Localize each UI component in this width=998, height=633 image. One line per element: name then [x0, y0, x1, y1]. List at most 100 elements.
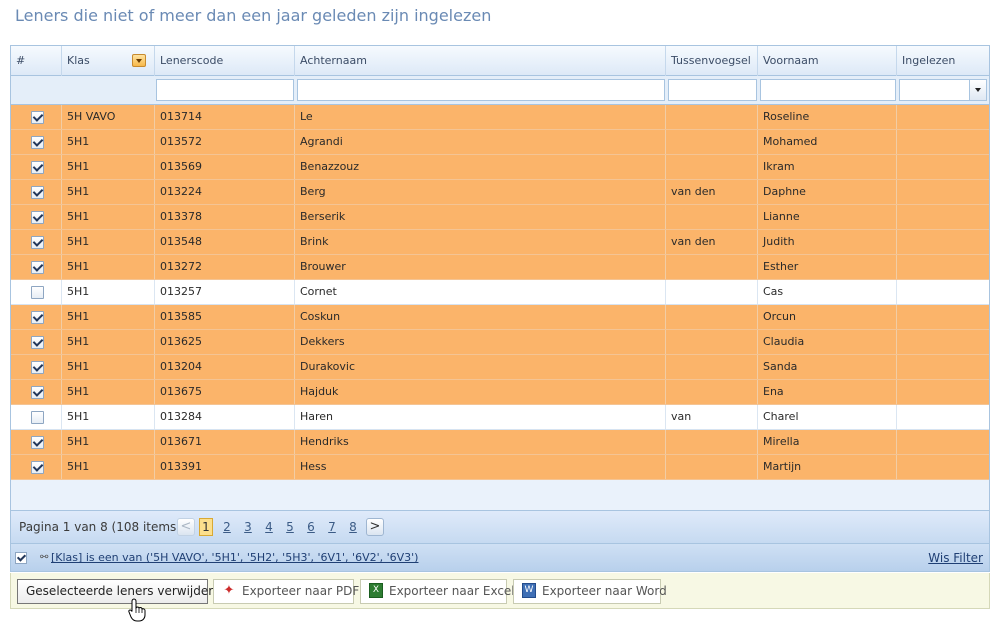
cell-voornaam: Sanda: [758, 355, 897, 379]
cell-select: [11, 155, 62, 179]
row-select-checkbox[interactable]: [31, 311, 44, 324]
column-header-achternaam[interactable]: Achternaam: [295, 46, 666, 76]
pager-page-1[interactable]: 1: [199, 518, 213, 536]
cell-voornaam: Mirella: [758, 430, 897, 454]
export-word-button[interactable]: W Exporteer naar Word: [513, 579, 667, 604]
table-row[interactable]: 5H1 013625 Dekkers Claudia: [11, 330, 989, 355]
pager-page-7[interactable]: 7: [325, 518, 339, 536]
row-select-checkbox[interactable]: [31, 111, 44, 124]
cell-klas: 5H1: [62, 255, 155, 279]
pager-page-6[interactable]: 6: [304, 518, 318, 536]
table-row[interactable]: 5H1 013204 Durakovic Sanda: [11, 355, 989, 380]
cell-ingelezen: [897, 180, 989, 204]
filter-enable-checkbox[interactable]: [15, 552, 27, 564]
cell-lenerscode: 013391: [155, 455, 295, 479]
table-row[interactable]: 5H1 013272 Brouwer Esther: [11, 255, 989, 280]
pager-page-2[interactable]: 2: [220, 518, 234, 536]
table-row[interactable]: 5H1 013671 Hendriks Mirella: [11, 430, 989, 455]
table-row[interactable]: 5H1 013284 Haren van Charel: [11, 405, 989, 430]
export-excel-button[interactable]: X Exporteer naar Excel: [360, 579, 515, 604]
column-header-lenerscode[interactable]: Lenerscode: [155, 46, 295, 76]
pager-summary: Pagina 1 van 8 (108 items): [19, 520, 181, 534]
cell-voornaam: Cas: [758, 280, 897, 304]
word-icon: W: [522, 583, 536, 598]
filter-achternaam-input[interactable]: [297, 79, 665, 101]
cell-tussenvoegsel: [666, 430, 758, 454]
cell-lenerscode: 013272: [155, 255, 295, 279]
leners-grid: # Klas Lenerscode Achternaam Tussenvoegs…: [10, 45, 990, 572]
clear-filter-link[interactable]: Wis Filter: [928, 544, 983, 572]
cell-achternaam: Hajduk: [295, 380, 666, 404]
cell-select: [11, 280, 62, 304]
row-select-checkbox[interactable]: [31, 411, 44, 424]
row-select-checkbox[interactable]: [31, 236, 44, 249]
cell-ingelezen: [897, 430, 989, 454]
row-select-checkbox[interactable]: [31, 161, 44, 174]
table-row[interactable]: 5H1 013675 Hajduk Ena: [11, 380, 989, 405]
cell-lenerscode: 013572: [155, 130, 295, 154]
row-select-checkbox[interactable]: [31, 261, 44, 274]
cell-klas: 5H1: [62, 430, 155, 454]
cell-ingelezen: [897, 280, 989, 304]
cell-tussenvoegsel: [666, 130, 758, 154]
export-excel-label: Exporteer naar Excel: [389, 584, 515, 598]
export-pdf-button[interactable]: ✦ Exporteer naar PDF: [213, 579, 359, 604]
pager-page-8[interactable]: 8: [346, 518, 360, 536]
cell-ingelezen: [897, 230, 989, 254]
cell-ingelezen: [897, 205, 989, 229]
pager-page-5[interactable]: 5: [283, 518, 297, 536]
table-row[interactable]: 5H1 013572 Agrandi Mohamed: [11, 130, 989, 155]
cell-achternaam: Benazzouz: [295, 155, 666, 179]
filter-dropdown-icon[interactable]: [132, 54, 146, 67]
row-select-checkbox[interactable]: [31, 286, 44, 299]
column-header-ingelezen[interactable]: Ingelezen: [897, 46, 989, 76]
row-select-checkbox[interactable]: [31, 186, 44, 199]
row-select-checkbox[interactable]: [31, 211, 44, 224]
cell-ingelezen: [897, 255, 989, 279]
cell-achternaam: Dekkers: [295, 330, 666, 354]
cell-voornaam: Martijn: [758, 455, 897, 479]
cell-tussenvoegsel: [666, 305, 758, 329]
filter-expression-link[interactable]: [Klas] is een van ('5H VAVO', '5H1', '5H…: [51, 544, 418, 572]
column-header-tussenvoegsel[interactable]: Tussenvoegsel: [666, 46, 758, 76]
row-select-checkbox[interactable]: [31, 361, 44, 374]
table-row[interactable]: 5H VAVO 013714 Le Roseline: [11, 105, 989, 130]
grid-header: # Klas Lenerscode Achternaam Tussenvoegs…: [11, 46, 989, 76]
cell-tussenvoegsel: van den: [666, 180, 758, 204]
filter-voornaam-input[interactable]: [760, 79, 896, 101]
pager-page-4[interactable]: 4: [262, 518, 276, 536]
column-header-num[interactable]: #: [11, 46, 62, 76]
filter-ingelezen-select[interactable]: [899, 79, 987, 101]
column-header-voornaam[interactable]: Voornaam: [758, 46, 897, 76]
row-select-checkbox[interactable]: [31, 386, 44, 399]
table-row[interactable]: 5H1 013378 Berserik Lianne: [11, 205, 989, 230]
cell-lenerscode: 013585: [155, 305, 295, 329]
pager-prev-button[interactable]: <: [177, 518, 195, 536]
cell-voornaam: Ena: [758, 380, 897, 404]
row-select-checkbox[interactable]: [31, 436, 44, 449]
pager-page-3[interactable]: 3: [241, 518, 255, 536]
cell-voornaam: Claudia: [758, 330, 897, 354]
pager: Pagina 1 van 8 (108 items) < 1 2 3 4 5 6…: [11, 510, 989, 543]
table-row[interactable]: 5H1 013257 Cornet Cas: [11, 280, 989, 305]
table-row[interactable]: 5H1 013548 Brink van den Judith: [11, 230, 989, 255]
column-header-klas-label: Klas: [67, 54, 90, 67]
cell-voornaam: Judith: [758, 230, 897, 254]
delete-selected-label: Geselecteerde leners verwijderen: [26, 584, 228, 598]
cell-lenerscode: 013224: [155, 180, 295, 204]
row-select-checkbox[interactable]: [31, 136, 44, 149]
filter-tussenvoegsel-input[interactable]: [668, 79, 757, 101]
table-row[interactable]: 5H1 013585 Coskun Orcun: [11, 305, 989, 330]
table-row[interactable]: 5H1 013569 Benazzouz Ikram: [11, 155, 989, 180]
column-header-klas[interactable]: Klas: [62, 46, 155, 76]
cell-select: [11, 255, 62, 279]
filter-lenerscode-input[interactable]: [156, 79, 294, 101]
pager-next-button[interactable]: >: [366, 518, 384, 536]
chevron-down-icon[interactable]: [969, 80, 986, 100]
row-select-checkbox[interactable]: [31, 461, 44, 474]
table-row[interactable]: 5H1 013391 Hess Martijn: [11, 455, 989, 480]
cell-achternaam: Cornet: [295, 280, 666, 304]
table-row[interactable]: 5H1 013224 Berg van den Daphne: [11, 180, 989, 205]
delete-selected-button[interactable]: Geselecteerde leners verwijderen: [17, 579, 228, 604]
row-select-checkbox[interactable]: [31, 336, 44, 349]
